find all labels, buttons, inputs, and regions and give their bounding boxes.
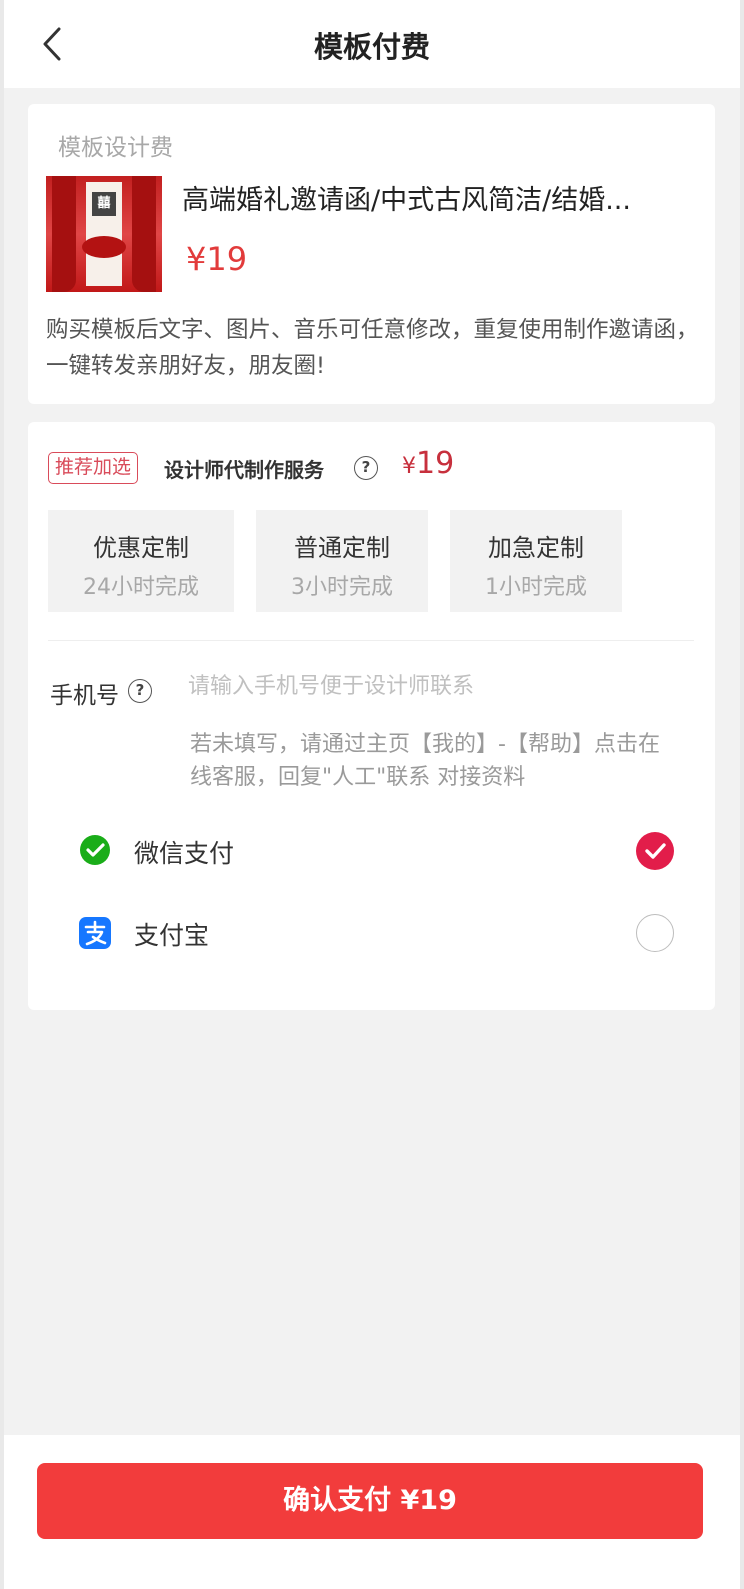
wechat-pay-icon [80,835,110,865]
page-title: 模板付费 [313,30,430,64]
service-price-value: 19 [416,446,455,481]
recommend-badge: 推荐加选 [48,452,139,484]
radio-checked-icon[interactable] [636,832,674,870]
template-fee-label: 模板设计费 [58,135,173,161]
option-subtitle: 24小时完成 [83,575,199,600]
confirm-pay-button[interactable]: 确认支付 ¥19 [37,1463,703,1539]
service-name: 设计师代制作服务 [164,458,324,482]
option-title: 加急定制 [488,534,584,562]
nav-bar: 模板付费 [4,0,740,88]
option-normal-custom[interactable]: 普通定制 3小时完成 [256,510,428,612]
footer-bar: 确认支付 ¥19 [4,1435,740,1589]
option-title: 普通定制 [294,534,390,562]
thumbnail-knot [82,236,126,258]
divider [48,640,694,641]
template-title: 高端婚礼邀请函/中式古风简洁/结婚... [182,185,631,216]
radio-unchecked-icon[interactable] [636,914,674,952]
help-icon[interactable]: ? [354,456,378,480]
service-card: 推荐加选 设计师代制作服务 ? ¥19 优惠定制 24小时完成 普通定制 3小时… [28,422,715,1010]
service-price-symbol: ¥ [402,454,416,479]
service-price: ¥19 [402,446,454,481]
payment-label: 微信支付 [134,839,235,868]
payment-option-alipay[interactable]: 支付宝 [78,904,674,964]
help-icon[interactable]: ? [128,679,152,703]
option-subtitle: 1小时完成 [485,575,587,600]
payment-option-wechat[interactable]: 微信支付 [78,822,674,882]
phone-note: 若未填写，请通过主页【我的】-【帮助】点击在线客服，回复"人工"联系 对接资料 [190,732,660,790]
phone-input[interactable] [188,666,688,706]
template-thumbnail: 囍 [46,176,162,292]
template-description: 购买模板后文字、图片、音乐可任意修改，重复使用制作邀请函，一键转发亲朋好友，朋友… [46,317,699,379]
option-subtitle: 3小时完成 [291,575,393,600]
option-discount-custom[interactable]: 优惠定制 24小时完成 [48,510,234,612]
template-card: 模板设计费 囍 高端婚礼邀请函/中式古风简洁/结婚... ¥19 购买模板后文字… [28,104,715,404]
phone-label: 手机号 [50,683,119,709]
thumbnail-seal: 囍 [92,192,116,216]
payment-label: 支付宝 [134,921,210,950]
template-price: ¥19 [186,240,248,278]
payment-page: 模板付费 模板设计费 囍 高端婚礼邀请函/中式古风简洁/结婚... ¥19 购买… [0,0,744,1589]
alipay-icon [79,917,111,949]
option-urgent-custom[interactable]: 加急定制 1小时完成 [450,510,622,612]
option-title: 优惠定制 [93,534,189,562]
thumbnail-curtain-left [52,176,76,292]
thumbnail-curtain-right [132,176,156,292]
